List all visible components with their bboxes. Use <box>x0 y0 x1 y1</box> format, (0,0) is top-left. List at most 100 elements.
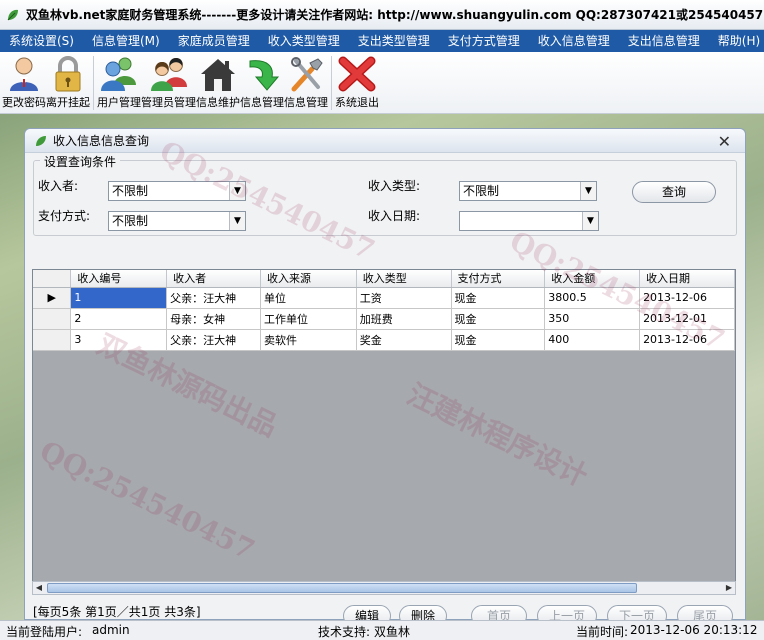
menu-family-members[interactable]: 家庭成员管理 <box>169 30 259 52</box>
window-titlebar: 双鱼林vb.net家庭财务管理系统-------更多设计请关注作者网站: htt… <box>0 0 764 30</box>
query-button[interactable]: 查询 <box>632 181 716 203</box>
last-page-button[interactable]: 尾页 <box>677 605 733 620</box>
col-header-id[interactable]: 收入编号 <box>70 270 168 288</box>
row-header[interactable] <box>33 308 72 330</box>
info-management-button-2[interactable]: 信息管理 <box>284 52 328 112</box>
cell-date[interactable]: 2013-12-01 <box>639 308 735 330</box>
income-type-label: 收入类型: <box>368 179 421 193</box>
paging-summary: [每页5条 第1页／共1页 共3条] <box>33 605 201 619</box>
cell-amount[interactable]: 3800.5 <box>544 287 641 309</box>
row-header-corner <box>33 270 72 288</box>
cell-source[interactable]: 单位 <box>260 287 357 309</box>
delete-button[interactable]: 删除 <box>399 605 447 620</box>
col-header-receiver[interactable]: 收入者 <box>166 270 261 288</box>
table-header-row: 收入编号 收入者 收入来源 收入类型 支付方式 收入金额 收入日期 <box>33 270 735 288</box>
status-support-value: 双鱼林 <box>374 625 411 639</box>
tool-label: 更改密码 <box>2 96 46 109</box>
current-row-marker[interactable]: ▶ <box>33 287 72 309</box>
window-leaf-icon <box>36 135 46 146</box>
first-page-button[interactable]: 首页 <box>471 605 527 620</box>
scrollbar-thumb[interactable] <box>47 583 637 593</box>
cell-id[interactable]: 2 <box>70 308 168 330</box>
scroll-right-icon[interactable]: ▶ <box>723 582 735 594</box>
chevron-down-icon[interactable]: ▼ <box>229 212 245 230</box>
payment-method-select[interactable]: 不限制 ▼ <box>108 211 246 231</box>
tool-label: 信息管理 <box>240 96 284 109</box>
col-header-amount[interactable]: 收入金额 <box>544 270 641 288</box>
user-management-button[interactable]: 用户管理 <box>97 52 141 112</box>
col-header-source[interactable]: 收入来源 <box>260 270 357 288</box>
menu-income-info[interactable]: 收入信息管理 <box>529 30 619 52</box>
menu-income-types[interactable]: 收入类型管理 <box>259 30 349 52</box>
prev-page-button[interactable]: 上一页 <box>537 605 597 620</box>
user-key-icon <box>10 57 38 91</box>
scroll-left-icon[interactable]: ◀ <box>33 582 45 594</box>
income-table: 收入编号 收入者 收入来源 收入类型 支付方式 收入金额 收入日期 ▶ 1 父亲… <box>33 270 735 351</box>
col-header-date[interactable]: 收入日期 <box>639 270 735 288</box>
padlock-icon <box>55 56 81 92</box>
income-data-grid[interactable]: 收入编号 收入者 收入来源 收入类型 支付方式 收入金额 收入日期 ▶ 1 父亲… <box>32 269 736 595</box>
close-icon[interactable]: ✕ <box>718 132 731 151</box>
menu-expense-types[interactable]: 支出类型管理 <box>349 30 439 52</box>
cell-type[interactable]: 工资 <box>356 287 452 309</box>
cell-source[interactable]: 卖软件 <box>260 329 357 351</box>
admins-icon <box>150 58 187 91</box>
cell-receiver[interactable]: 父亲：汪大神 <box>166 287 261 309</box>
menu-info-management[interactable]: 信息管理(M) <box>83 30 169 52</box>
cell-payment[interactable]: 现金 <box>451 308 546 330</box>
cell-amount[interactable]: 400 <box>544 329 641 351</box>
menu-expense-info[interactable]: 支出信息管理 <box>619 30 709 52</box>
chevron-down-icon[interactable]: ▼ <box>580 182 596 200</box>
table-row[interactable]: ▶ 1 父亲：汪大神 单位 工资 现金 3800.5 2013-12-06 <box>33 287 735 309</box>
col-header-payment[interactable]: 支付方式 <box>451 270 546 288</box>
cell-id[interactable]: 3 <box>70 329 168 351</box>
tools-icon <box>291 57 323 92</box>
mdi-background: 收入信息信息查询 ✕ 设置查询条件 收入者: 不限制 ▼ 收入类型: 不限制 ▼… <box>0 114 764 620</box>
cell-source[interactable]: 工作单位 <box>260 308 357 330</box>
query-conditions-group: 设置查询条件 收入者: 不限制 ▼ 收入类型: 不限制 ▼ 查询 支付方式: 不… <box>33 153 737 236</box>
cell-payment[interactable]: 现金 <box>451 329 546 351</box>
receiver-select[interactable]: 不限制 ▼ <box>108 181 246 201</box>
info-management-button-1[interactable]: 信息管理 <box>240 52 284 112</box>
menu-payment-methods[interactable]: 支付方式管理 <box>439 30 529 52</box>
chevron-down-icon[interactable]: ▼ <box>229 182 245 200</box>
window-title: 双鱼林vb.net家庭财务管理系统-------更多设计请关注作者网站: htt… <box>26 8 764 22</box>
change-password-button[interactable]: 更改密码 <box>2 52 46 112</box>
cell-date[interactable]: 2013-12-06 <box>639 329 735 351</box>
menu-help[interactable]: 帮助(H) <box>709 30 764 52</box>
status-user-label: 当前登陆用户: <box>6 625 83 639</box>
status-user-value: admin <box>92 623 130 637</box>
menu-bar: 系统设置(S) 信息管理(M) 家庭成员管理 收入类型管理 支出类型管理 支付方… <box>0 30 764 52</box>
tool-label: 离开挂起 <box>46 96 90 109</box>
cell-type[interactable]: 加班费 <box>356 308 452 330</box>
system-exit-button[interactable]: 系统退出 <box>335 52 379 112</box>
cell-date[interactable]: 2013-12-06 <box>639 287 735 309</box>
tool-label: 信息管理 <box>284 96 328 109</box>
cell-receiver[interactable]: 母亲：女神 <box>166 308 261 330</box>
cell-receiver[interactable]: 父亲：汪大神 <box>166 329 261 351</box>
cell-payment[interactable]: 现金 <box>451 287 546 309</box>
admin-management-button[interactable]: 管理员管理 <box>141 52 196 112</box>
income-date-label: 收入日期: <box>368 209 421 223</box>
cell-id[interactable]: 1 <box>70 287 168 309</box>
horizontal-scrollbar[interactable]: ◀ ▶ <box>32 581 736 595</box>
cell-type[interactable]: 奖金 <box>356 329 452 351</box>
table-row[interactable]: 3 父亲：汪大神 卖软件 奖金 现金 400 2013-12-06 <box>33 329 735 351</box>
leave-suspend-button[interactable]: 离开挂起 <box>46 52 90 112</box>
edit-button[interactable]: 编辑 <box>343 605 391 620</box>
receiver-label: 收入者: <box>38 179 79 193</box>
info-maintenance-button[interactable]: 信息维护 <box>196 52 240 112</box>
menu-system-settings[interactable]: 系统设置(S) <box>0 30 83 52</box>
row-header[interactable] <box>33 329 72 351</box>
cell-amount[interactable]: 350 <box>544 308 641 330</box>
income-type-select[interactable]: 不限制 ▼ <box>459 181 597 201</box>
table-row[interactable]: 2 母亲：女神 工作单位 加班费 现金 350 2013-12-01 <box>33 308 735 330</box>
income-date-picker[interactable]: ▼ <box>459 211 599 231</box>
chevron-down-icon[interactable]: ▼ <box>582 212 598 230</box>
next-page-button[interactable]: 下一页 <box>607 605 667 620</box>
income-type-value: 不限制 <box>463 184 500 198</box>
green-arrow-icon <box>249 60 280 91</box>
col-header-type[interactable]: 收入类型 <box>356 270 452 288</box>
users-icon <box>101 57 136 91</box>
toolbar: 更改密码 离开挂起 用户管理 管理员管理 信息维护 信息管理 信息管理 系统退出 <box>0 52 764 114</box>
